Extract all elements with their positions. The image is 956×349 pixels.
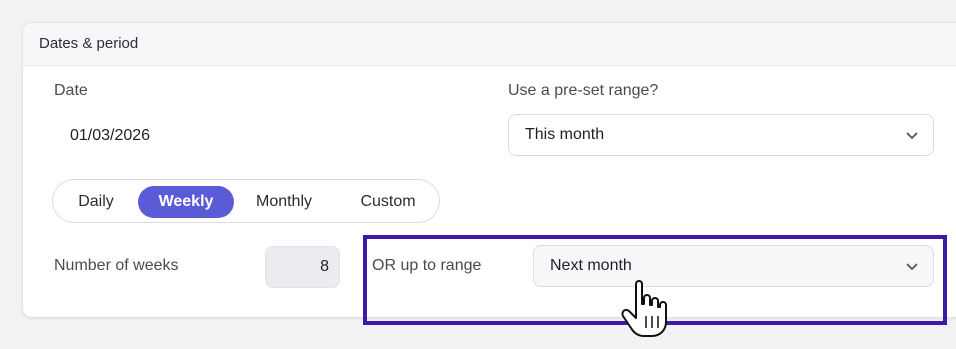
card-header: Dates & period: [23, 23, 956, 66]
weeks-value: 8: [320, 258, 329, 275]
hand-pointer-icon: [621, 280, 667, 337]
tab-custom[interactable]: Custom: [343, 186, 433, 218]
card-title: Dates & period: [39, 35, 139, 52]
tab-weekly[interactable]: Weekly: [138, 186, 234, 218]
preset-range-label: Use a pre-set range?: [508, 82, 659, 99]
date-input[interactable]: 01/03/2026: [70, 127, 150, 145]
period-segmented-control: Daily Weekly Monthly Custom: [52, 179, 440, 223]
chevron-down-icon: [906, 132, 918, 140]
preset-range-select[interactable]: This month: [508, 114, 934, 156]
tab-daily[interactable]: Daily: [65, 186, 127, 218]
tab-monthly[interactable]: Monthly: [243, 186, 325, 218]
date-label: Date: [54, 82, 88, 99]
weeks-label: Number of weeks: [54, 257, 179, 274]
preset-range-value: This month: [525, 126, 605, 143]
weeks-input[interactable]: 8: [265, 246, 340, 288]
